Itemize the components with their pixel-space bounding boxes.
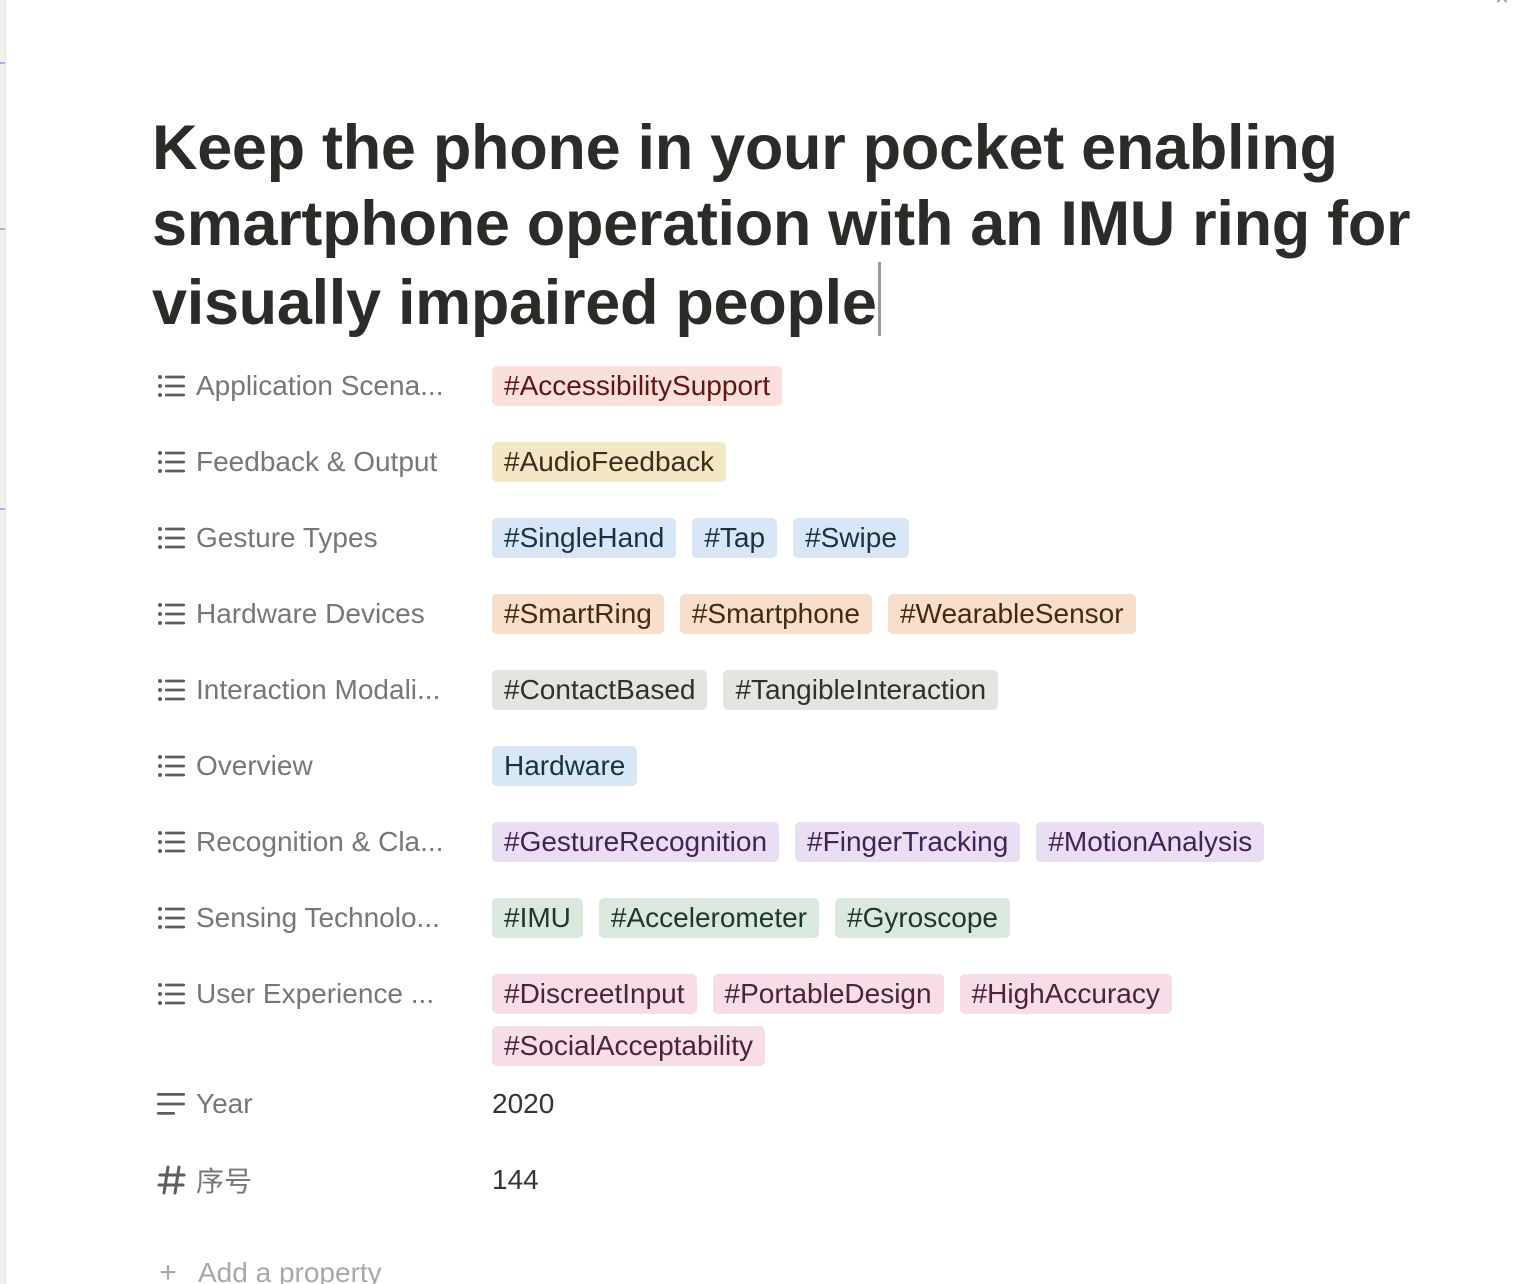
- property-row: Year 2020: [152, 1066, 1452, 1142]
- property-label: Gesture Types: [196, 522, 378, 553]
- list-icon: [156, 826, 188, 858]
- tag[interactable]: #SocialAcceptability: [492, 1026, 766, 1066]
- property-name[interactable]: Sensing Technolo...: [152, 880, 492, 956]
- tag[interactable]: #WearableSensor: [887, 594, 1136, 634]
- list-icon: [156, 522, 188, 554]
- property-label: Hardware Devices: [196, 598, 425, 629]
- property-row: Overview Hardware: [152, 728, 1452, 804]
- tag[interactable]: #Gyroscope: [835, 898, 1010, 938]
- tag[interactable]: #GestureRecognition: [492, 822, 780, 862]
- property-name[interactable]: Application Scena...: [152, 348, 492, 424]
- property-name[interactable]: 序号: [152, 1142, 492, 1218]
- property-label: Overview: [196, 750, 313, 781]
- property-row: Recognition & Cla... #GestureRecognition #…: [152, 804, 1452, 880]
- list-icon: [156, 598, 188, 630]
- text-lines-icon: [156, 1088, 188, 1120]
- tag[interactable]: #HighAccuracy: [959, 974, 1172, 1014]
- property-name[interactable]: Recognition & Cla...: [152, 804, 492, 880]
- hash-icon: [156, 1164, 188, 1196]
- property-name[interactable]: User Experience ...: [152, 956, 492, 1032]
- property-value[interactable]: #GestureRecognition #FingerTracking #Motio…: [492, 804, 1452, 862]
- property-label: Interaction Modali...: [196, 674, 441, 705]
- property-value[interactable]: #IMU #Accelerometer #Gyroscope: [492, 880, 1452, 938]
- notion-page: ✕ Keep the phone in your pocket enabling…: [0, 0, 1520, 1284]
- tag[interactable]: #Tap: [692, 518, 778, 558]
- property-row: Feedback & Output #AudioFeedback: [152, 424, 1452, 500]
- property-row: Gesture Types #SingleHand #Tap #Swipe: [152, 500, 1452, 576]
- tag[interactable]: #TangibleInteraction: [723, 670, 999, 710]
- property-name[interactable]: Feedback & Output: [152, 424, 492, 500]
- property-row: Sensing Technolo... #IMU #Accelerometer #Gy…: [152, 880, 1452, 956]
- text-caret: [877, 262, 881, 336]
- tag[interactable]: #Swipe: [793, 518, 909, 558]
- tag[interactable]: #ContactBased: [492, 670, 708, 710]
- tag[interactable]: #MotionAnalysis: [1036, 822, 1265, 862]
- list-icon: [156, 978, 188, 1010]
- properties-list: Application Scena... #AccessibilitySuppor…: [152, 348, 1452, 1218]
- tag[interactable]: #Accelerometer: [598, 898, 819, 938]
- property-row: 序号 144: [152, 1142, 1452, 1218]
- property-name[interactable]: Overview: [152, 728, 492, 804]
- property-name[interactable]: Hardware Devices: [152, 576, 492, 652]
- property-value[interactable]: #SingleHand #Tap #Swipe: [492, 500, 1452, 558]
- property-value[interactable]: #AccessibilitySupport: [492, 348, 1452, 406]
- property-value[interactable]: Hardware: [492, 728, 1452, 786]
- tag[interactable]: #DiscreetInput: [492, 974, 697, 1014]
- property-label: Year: [196, 1088, 253, 1119]
- page-title[interactable]: Keep the phone in your pocket enabling s…: [152, 110, 1442, 341]
- tag[interactable]: #FingerTracking: [795, 822, 1021, 862]
- sidebar-edge-mark: [0, 228, 5, 230]
- property-label: 序号: [196, 1166, 253, 1197]
- property-row: Application Scena... #AccessibilitySuppor…: [152, 348, 1452, 424]
- sidebar-edge: [0, 0, 6, 1284]
- add-property-button[interactable]: + Add a property: [156, 1256, 382, 1284]
- property-value[interactable]: #ContactBased #TangibleInteraction: [492, 652, 1452, 710]
- property-row: Hardware Devices #SmartRing #Smartphone #We…: [152, 576, 1452, 652]
- property-label: Application Scena...: [196, 370, 444, 401]
- property-value[interactable]: #AudioFeedback: [492, 424, 1452, 482]
- sidebar-edge-mark: [0, 62, 5, 64]
- tag[interactable]: #SingleHand: [492, 518, 677, 558]
- add-property-label: Add a property: [198, 1257, 382, 1284]
- tag[interactable]: #IMU: [492, 898, 583, 938]
- property-label: Feedback & Output: [196, 446, 438, 477]
- list-icon: [156, 750, 188, 782]
- property-row: User Experience ... #DiscreetInput #Portab…: [152, 956, 1452, 1066]
- list-icon: [156, 370, 188, 402]
- property-label: User Experience ...: [196, 978, 435, 1009]
- tag[interactable]: #SmartRing: [492, 594, 664, 634]
- sidebar-edge-mark: [0, 508, 5, 510]
- property-value[interactable]: 144: [492, 1142, 539, 1218]
- property-name[interactable]: Year: [152, 1066, 492, 1142]
- tag[interactable]: #AccessibilitySupport: [492, 366, 783, 406]
- property-name[interactable]: Gesture Types: [152, 500, 492, 576]
- tag[interactable]: Hardware: [492, 746, 638, 786]
- property-row: Interaction Modali... #ContactBased #Tangi…: [152, 652, 1452, 728]
- list-icon: [156, 902, 188, 934]
- property-value[interactable]: #SmartRing #Smartphone #WearableSensor: [492, 576, 1452, 634]
- property-label: Sensing Technolo...: [196, 902, 440, 933]
- property-value[interactable]: 2020: [492, 1066, 554, 1142]
- list-icon: [156, 446, 188, 478]
- tag[interactable]: #PortableDesign: [712, 974, 944, 1014]
- property-value[interactable]: #DiscreetInput #PortableDesign #HighAccura…: [492, 956, 1452, 1066]
- close-icon[interactable]: ✕: [1490, 0, 1514, 7]
- tag[interactable]: #AudioFeedback: [492, 442, 727, 482]
- property-name[interactable]: Interaction Modali...: [152, 652, 492, 728]
- plus-icon: +: [159, 1256, 177, 1284]
- list-icon: [156, 674, 188, 706]
- tag[interactable]: #Smartphone: [679, 594, 872, 634]
- property-label: Recognition & Cla...: [196, 826, 444, 857]
